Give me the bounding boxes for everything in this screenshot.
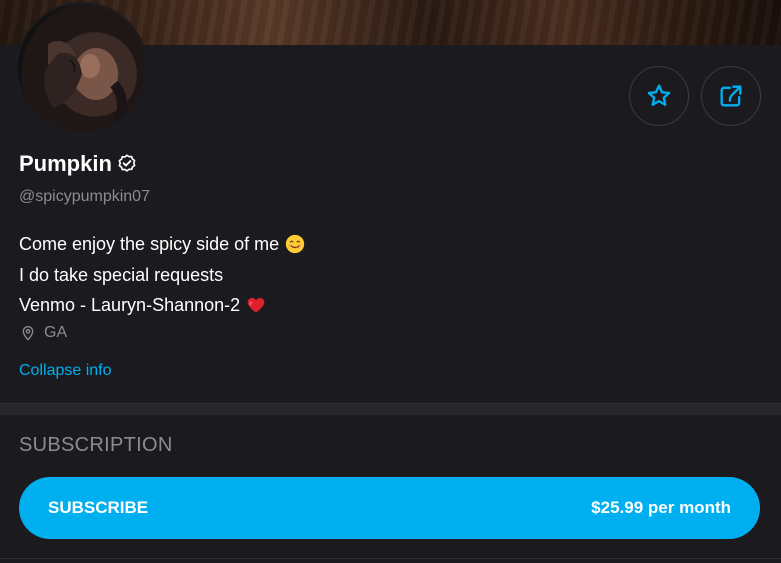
subscription-heading: SUBSCRIPTION (19, 434, 173, 456)
bio-text: Come enjoy the spicy side of me (19, 234, 280, 254)
profile-bio: Come enjoy the spicy side of me I do tak… (19, 229, 305, 321)
bio-text: Venmo - Lauryn-Shannon-2 (19, 295, 241, 315)
bio-line: Come enjoy the spicy side of me (19, 229, 305, 260)
subscribe-label: SUBSCRIBE (48, 498, 149, 517)
yum-face-emoji (285, 235, 305, 254)
bio-line: I do take special requests (19, 260, 305, 291)
share-icon (720, 85, 742, 107)
bio-text: I do take special requests (19, 264, 224, 285)
avatar[interactable] (16, 2, 148, 134)
profile-name: Pumpkin (19, 151, 112, 176)
star-icon (647, 84, 671, 106)
collapse-info-link[interactable]: Collapse info (19, 362, 112, 380)
verified-badge-icon (116, 153, 138, 175)
red-heart-emoji (247, 298, 265, 313)
share-button[interactable] (701, 66, 761, 126)
profile-location: GA (20, 324, 67, 342)
profile-handle: @spicypumpkin07 (19, 188, 150, 205)
subscribe-button[interactable]: SUBSCRIBE $25.99 per month (19, 477, 760, 539)
location-pin-icon (22, 326, 34, 341)
bio-line: Venmo - Lauryn-Shannon-2 (19, 290, 305, 321)
profile-name-row: Pumpkin (19, 151, 138, 177)
section-divider (0, 403, 781, 415)
subscribe-price: $25.99 per month (591, 498, 731, 517)
avatar-photo (44, 40, 128, 126)
bottom-divider (0, 558, 781, 559)
location-text: GA (44, 324, 68, 341)
favorite-button[interactable] (629, 66, 689, 126)
